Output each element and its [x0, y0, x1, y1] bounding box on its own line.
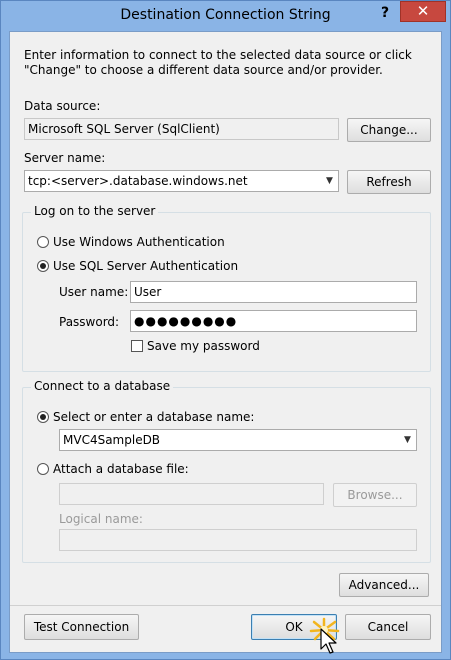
test-connection-button[interactable]: Test Connection: [24, 614, 139, 640]
chevron-down-icon[interactable]: ▼: [399, 430, 416, 450]
logical-name-input[interactable]: [59, 529, 417, 551]
username-input[interactable]: User: [130, 281, 417, 303]
server-name-value: tcp:<server>.database.windows.net: [28, 174, 248, 188]
sql-auth-label[interactable]: Use SQL Server Authentication: [53, 259, 238, 273]
advanced-button[interactable]: Advanced...: [339, 573, 429, 597]
logical-name-label: Logical name:: [59, 512, 143, 526]
select-db-label[interactable]: Select or enter a database name:: [53, 410, 254, 424]
database-group-label: Connect to a database: [31, 379, 174, 393]
mouse-pointer-icon: [320, 628, 337, 654]
attach-db-label[interactable]: Attach a database file:: [53, 462, 189, 476]
title-bar[interactable]: Destination Connection String ? ✕: [1, 1, 450, 31]
chevron-down-icon[interactable]: ▼: [321, 171, 338, 191]
change-button[interactable]: Change...: [347, 118, 431, 142]
server-name-label: Server name:: [24, 151, 106, 165]
logon-group-label: Log on to the server: [31, 204, 159, 218]
attach-db-radio[interactable]: [37, 463, 49, 475]
save-password-checkbox[interactable]: [131, 340, 143, 352]
save-password-label[interactable]: Save my password: [147, 339, 260, 353]
data-source-field: Microsoft SQL Server (SqlClient): [24, 118, 339, 140]
data-source-label: Data source:: [24, 99, 101, 113]
dialog-window: Destination Connection String ? ✕ Enter …: [0, 0, 451, 660]
help-button[interactable]: ?: [373, 3, 397, 23]
windows-auth-radio[interactable]: [37, 236, 49, 248]
database-name-value: MVC4SampleDB: [63, 433, 161, 447]
sql-auth-radio[interactable]: [37, 260, 49, 272]
password-input[interactable]: ●●●●●●●●●: [130, 310, 417, 332]
footer-separator: [10, 605, 441, 606]
refresh-button[interactable]: Refresh: [347, 170, 431, 194]
cancel-button[interactable]: Cancel: [345, 614, 431, 640]
database-name-combo[interactable]: MVC4SampleDB ▼: [59, 429, 417, 451]
dialog-body: Enter information to connect to the sele…: [9, 31, 442, 654]
windows-auth-label[interactable]: Use Windows Authentication: [53, 235, 225, 249]
close-button[interactable]: ✕: [400, 1, 446, 22]
password-label: Password:: [59, 315, 120, 329]
username-label: User name:: [59, 285, 129, 299]
select-db-radio[interactable]: [37, 411, 49, 423]
attach-db-input[interactable]: [59, 483, 324, 505]
server-name-combo[interactable]: tcp:<server>.database.windows.net ▼: [24, 170, 339, 192]
browse-button[interactable]: Browse...: [333, 483, 417, 507]
close-icon: ✕: [416, 2, 430, 20]
intro-text: Enter information to connect to the sele…: [24, 48, 412, 77]
